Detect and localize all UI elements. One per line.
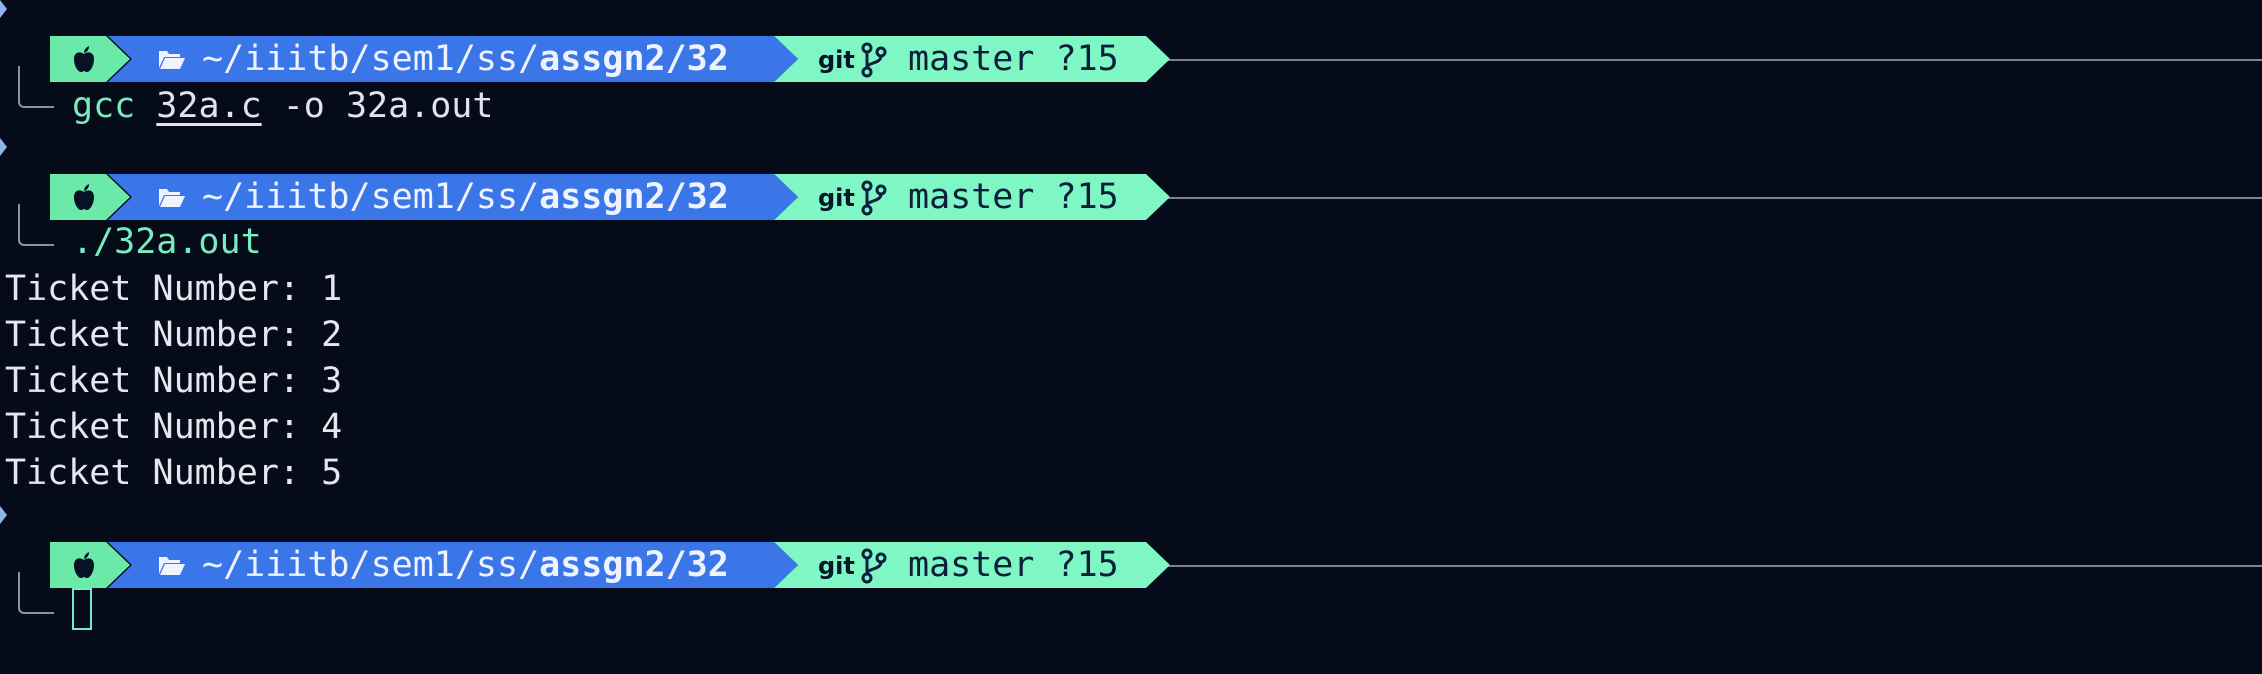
apple-icon: [70, 183, 98, 211]
folder-open-icon: [158, 554, 186, 576]
terminal-window[interactable]: { "colors": { "background": "#050b18", "…: [0, 0, 2262, 674]
git-branch-icon: [860, 548, 888, 584]
prompt-line: git master ?15 ~/iiitb/sem1/ss/assgn2/32: [0, 36, 2262, 82]
directory-path-current: assgn2/32: [539, 177, 729, 217]
command-program: gcc: [72, 86, 136, 126]
prompt-connector: [18, 572, 54, 614]
directory-path-current: assgn2/32: [539, 545, 729, 585]
program-output: Ticket Number: 1 Ticket Number: 2 Ticket N…: [5, 266, 342, 496]
directory-path-current: assgn2/32: [539, 39, 729, 79]
git-icon: git: [818, 46, 855, 74]
git-icon: git: [818, 184, 855, 212]
git-segment: git master ?15: [774, 542, 1170, 588]
git-segment: git master ?15: [774, 36, 1170, 82]
output-line: Ticket Number: 3: [5, 361, 343, 401]
directory-path-prefix: ~/iiitb/sem1/ss/: [202, 177, 540, 217]
directory-path-prefix: ~/iiitb/sem1/ss/: [202, 545, 540, 585]
output-line: Ticket Number: 5: [5, 453, 343, 493]
output-line: Ticket Number: 4: [5, 407, 343, 447]
git-branch-status: master ?15: [908, 177, 1119, 217]
command-program: ./32a.out: [72, 222, 262, 262]
folder-open-icon: [158, 186, 186, 208]
output-line: Ticket Number: 2: [5, 315, 343, 355]
apple-icon: [70, 45, 98, 73]
output-line: Ticket Number: 1: [5, 269, 343, 309]
git-icon: git: [818, 552, 855, 580]
git-branch-status: master ?15: [908, 545, 1119, 585]
prompt-marker: [0, 0, 7, 18]
git-segment: git master ?15: [774, 174, 1170, 220]
prompt-rule: [1160, 59, 2262, 61]
command-line: ./32a.out: [72, 222, 262, 262]
git-branch-icon: [860, 180, 888, 216]
apple-icon: [70, 551, 98, 579]
directory-path: ~/iiitb/sem1/ss/assgn2/32: [202, 546, 729, 584]
prompt-line: git master ?15 ~/iiitb/sem1/ss/assgn2/32: [0, 542, 2262, 588]
prompt-rule: [1160, 565, 2262, 567]
command-line: gcc 32a.c -o 32a.out: [72, 86, 493, 126]
prompt-line: git master ?15 ~/iiitb/sem1/ss/assgn2/32: [0, 174, 2262, 220]
directory-path: ~/iiitb/sem1/ss/assgn2/32: [202, 178, 729, 216]
prompt-connector: [18, 66, 54, 108]
directory-path-prefix: ~/iiitb/sem1/ss/: [202, 39, 540, 79]
git-branch-icon: [860, 42, 888, 78]
prompt-marker: [0, 506, 7, 524]
directory-segment: ~/iiitb/sem1/ss/assgn2/32: [108, 36, 798, 82]
directory-path: ~/iiitb/sem1/ss/assgn2/32: [202, 40, 729, 78]
directory-segment: ~/iiitb/sem1/ss/assgn2/32: [108, 174, 798, 220]
directory-segment: ~/iiitb/sem1/ss/assgn2/32: [108, 542, 798, 588]
folder-open-icon: [158, 48, 186, 70]
git-branch-status: master ?15: [908, 39, 1119, 79]
prompt-marker: [0, 138, 7, 156]
terminal-cursor[interactable]: [72, 588, 92, 630]
command-args: -o 32a.out: [261, 86, 494, 126]
prompt-connector: [18, 204, 54, 246]
command-file-arg: 32a.c: [156, 86, 262, 126]
prompt-rule: [1160, 197, 2262, 199]
